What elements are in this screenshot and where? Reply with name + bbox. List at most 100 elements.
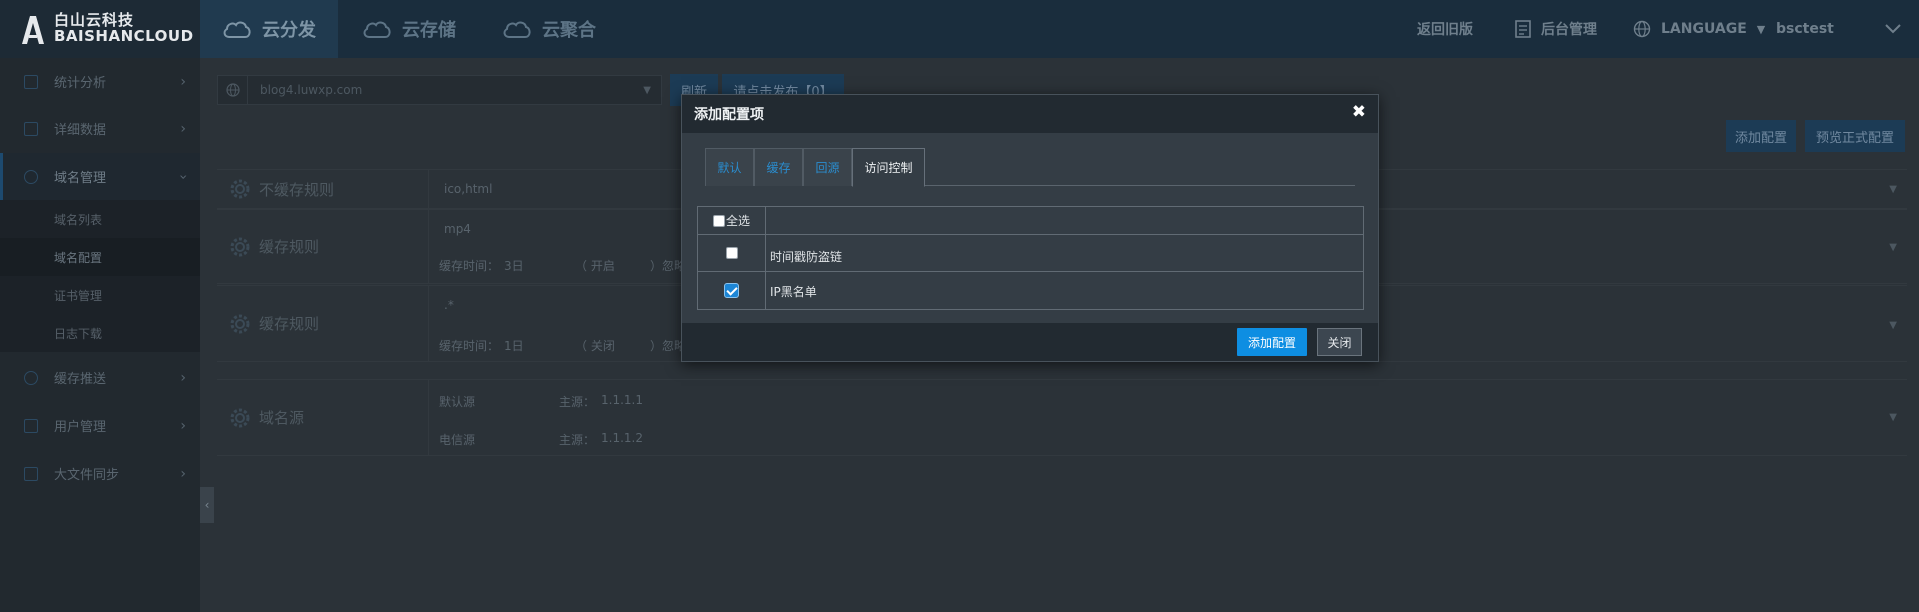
row-label: IP黑名单 xyxy=(770,285,817,299)
chevron-right-icon: › xyxy=(180,121,186,137)
cloud-icon xyxy=(223,21,251,38)
origin-name: 默认源 xyxy=(439,395,476,409)
tab-cloud-distribution[interactable]: 云分发 xyxy=(200,0,338,58)
add-config-submit-button[interactable]: 添加配置 xyxy=(1237,328,1307,356)
chevron-right-icon: › xyxy=(180,466,186,482)
config-option-table: 全选 时间戳防盗链 IP黑名单 xyxy=(697,206,1364,310)
tab-cloud-storage[interactable]: 云存储 xyxy=(340,0,478,58)
chevron-right-icon: › xyxy=(180,370,186,386)
add-config-dialog: 添加配置项 ✖ 默认 缓存 回源 访问控制 全选 时间戳防盗链 IP黑名单 添加… xyxy=(681,94,1379,362)
tab-cache[interactable]: 缓存 xyxy=(754,148,803,186)
select-all-checkbox[interactable] xyxy=(713,214,725,227)
user-menu[interactable]: bsctest xyxy=(1776,0,1834,58)
config-label: 不缓存规则 xyxy=(217,170,429,208)
subitem-label: 证书管理 xyxy=(54,288,103,303)
sidebar-subitem-domain-config[interactable]: 域名配置 xyxy=(0,238,200,276)
cache-flag: （ 开启 xyxy=(575,259,615,273)
language-dropdown[interactable]: LANGUAGE ▼ xyxy=(1633,0,1765,58)
close-icon[interactable]: ✖ xyxy=(1352,104,1366,121)
chevron-right-icon: › xyxy=(180,74,186,90)
folder-icon xyxy=(24,466,38,481)
gear-icon xyxy=(230,408,250,427)
refresh-icon xyxy=(24,370,38,385)
timestamp-hotlink-checkbox[interactable] xyxy=(725,247,738,259)
caret-down-icon: ▼ xyxy=(643,84,651,96)
subitem-label: 日志下载 xyxy=(54,326,103,341)
origin-key: 主源： xyxy=(559,395,596,409)
dialog-header: 添加配置项 ✖ xyxy=(682,95,1378,133)
sidebar-subitem-log-download[interactable]: 日志下载 xyxy=(0,314,200,352)
sidebar: 统计分析 › 详细数据 › 域名管理 › 域名列表 域名配置 证书管理 日志下载… xyxy=(0,58,200,612)
sidebar-item-cache-push[interactable]: 缓存推送 › xyxy=(0,354,200,401)
table-row: 时间戳防盗链 xyxy=(698,235,1363,272)
config-value: .* xyxy=(444,298,454,312)
table-header-empty xyxy=(766,207,1363,234)
config-label: 缓存规则 xyxy=(217,286,429,361)
dialog-footer: 添加配置 关闭 xyxy=(682,323,1378,361)
ip-blacklist-checkbox[interactable] xyxy=(724,283,739,298)
admin-label: 后台管理 xyxy=(1541,22,1597,38)
tab-cloud-aggregate[interactable]: 云聚合 xyxy=(480,0,618,58)
caret-down-icon[interactable]: ▼ xyxy=(1889,184,1897,195)
config-label: 域名源 xyxy=(217,380,429,455)
sidebar-item-label: 大文件同步 xyxy=(54,468,120,483)
chart-icon xyxy=(24,74,38,89)
sidebar-subitem-domain-list[interactable]: 域名列表 xyxy=(0,200,200,238)
brand-name-en: BAISHANCLOUD xyxy=(54,27,194,45)
cache-flag: （ 关闭 xyxy=(575,339,615,353)
caret-down-icon: ▼ xyxy=(1756,22,1766,36)
globe-icon xyxy=(1633,20,1651,38)
preview-config-button[interactable]: 预览正式配置 xyxy=(1805,120,1905,152)
add-config-button[interactable]: 添加配置 xyxy=(1726,120,1796,152)
logo[interactable]: 白山云科技 BAISHANCLOUD xyxy=(0,0,200,58)
sidebar-item-statistics[interactable]: 统计分析 › xyxy=(0,58,200,105)
row-checkbox-cell[interactable] xyxy=(698,272,766,309)
config-label-text: 缓存规则 xyxy=(259,238,320,256)
admin-link[interactable]: 后台管理 xyxy=(1515,0,1597,58)
top-navbar: 白山云科技 BAISHANCLOUD 云分发 云存储 云聚合 返回旧版 后台管理… xyxy=(0,0,1919,58)
caret-down-icon[interactable]: ▼ xyxy=(1889,412,1897,423)
config-label-text: 域名源 xyxy=(259,409,305,427)
sidebar-item-label: 缓存推送 xyxy=(54,372,107,387)
tab-default[interactable]: 默认 xyxy=(705,148,754,186)
subitem-label: 域名配置 xyxy=(54,250,103,265)
row-label: 时间戳防盗链 xyxy=(770,249,843,264)
old-version-link[interactable]: 返回旧版 xyxy=(1417,0,1473,58)
caret-down-icon[interactable]: ▼ xyxy=(1889,242,1897,253)
cache-time-value: 1日 xyxy=(504,339,524,353)
close-button[interactable]: 关闭 xyxy=(1317,328,1362,356)
domain-select[interactable]: blog4.luwxp.com ▼ xyxy=(217,75,662,105)
sidebar-item-detail-data[interactable]: 详细数据 › xyxy=(0,105,200,152)
chevron-right-icon: › xyxy=(180,418,186,434)
tab-label: 云聚合 xyxy=(542,20,596,41)
cache-time-value: 3日 xyxy=(504,259,524,273)
cache-time-label: 缓存时间： xyxy=(439,259,500,273)
table-row: IP黑名单 xyxy=(698,272,1363,309)
caret-down-icon[interactable]: ▼ xyxy=(1889,320,1897,331)
sidebar-collapse-toggle[interactable]: ‹ xyxy=(200,487,214,523)
chevron-down-icon: › xyxy=(175,174,192,180)
config-label-text: 缓存规则 xyxy=(259,315,320,333)
config-value: mp4 xyxy=(444,222,471,236)
sidebar-item-label: 统计分析 xyxy=(54,76,107,91)
row-checkbox-cell[interactable] xyxy=(698,235,766,271)
username: bsctest xyxy=(1776,21,1834,37)
sidebar-item-domain-management[interactable]: 域名管理 › xyxy=(0,153,200,200)
tab-origin[interactable]: 回源 xyxy=(803,148,852,186)
gear-icon xyxy=(230,179,250,199)
sidebar-item-user-management[interactable]: 用户管理 › xyxy=(0,402,200,449)
subitem-label: 域名列表 xyxy=(54,212,103,227)
origin-name: 电信源 xyxy=(439,433,476,447)
select-all-cell[interactable]: 全选 xyxy=(698,207,766,234)
origin-key: 主源： xyxy=(559,433,596,447)
baishan-logo-icon xyxy=(22,16,44,44)
gear-icon xyxy=(230,314,250,333)
cloud-icon xyxy=(503,21,531,38)
gear-icon xyxy=(230,237,250,256)
tab-access-control[interactable]: 访问控制 xyxy=(852,148,925,187)
user-menu-chevron-icon[interactable] xyxy=(1885,0,1901,58)
globe-icon xyxy=(218,76,248,104)
select-all-label: 全选 xyxy=(726,214,751,228)
sidebar-item-large-file-sync[interactable]: 大文件同步 › xyxy=(0,450,200,497)
sidebar-subitem-cert-management[interactable]: 证书管理 xyxy=(0,276,200,314)
